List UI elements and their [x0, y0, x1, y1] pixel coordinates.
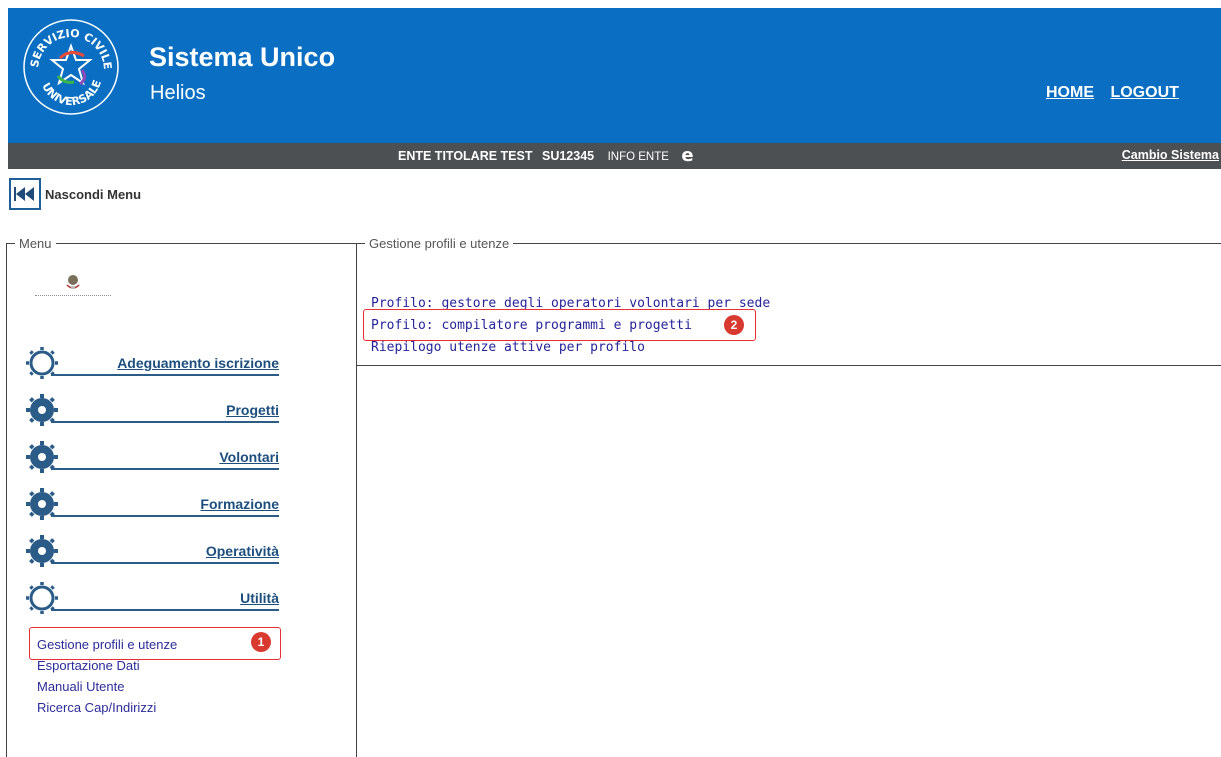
cambio-sistema-link[interactable]: Cambio Sistema — [1122, 148, 1219, 162]
annotation-box-2 — [363, 309, 756, 341]
menu-label[interactable]: Utilità — [240, 590, 279, 606]
menu-rule — [51, 374, 279, 376]
rewind-icon[interactable] — [9, 178, 41, 210]
app-header: SERVIZIO CIVILE UNIVERSALE Sistema Unico… — [8, 8, 1221, 143]
info-ente-link[interactable]: INFO ENTE — [608, 151, 669, 163]
ministry-caption — [35, 295, 111, 299]
menu-label[interactable]: Progetti — [226, 402, 279, 418]
menu-rule — [51, 468, 279, 470]
menu-item-progetti[interactable]: Progetti — [25, 393, 279, 427]
hide-menu-label: Nascondi Menu — [45, 186, 142, 202]
menu-rule — [51, 562, 279, 564]
annotation-box-1 — [29, 627, 281, 660]
home-link[interactable]: HOME — [1046, 84, 1094, 101]
ente-code: SU12345 — [541, 149, 595, 163]
menu-item-operativita[interactable]: Operatività — [25, 534, 279, 568]
info-e-icon[interactable]: e — [681, 147, 693, 165]
menu-rule — [51, 609, 279, 611]
menu-legend: Menu — [19, 236, 52, 251]
ente-info: ENTE TITOLARE TEST SU12345 INFO ENTE e — [398, 147, 700, 165]
top-nav: HOME LOGOUT — [1046, 84, 1191, 102]
menu-label[interactable]: Adeguamento iscrizione — [117, 355, 279, 371]
ente-info-bar: ENTE TITOLARE TEST SU12345 INFO ENTE e C… — [8, 143, 1221, 169]
gestione-legend: Gestione profili e utenze — [369, 236, 510, 251]
ministry-logo — [21, 273, 151, 313]
servizio-civile-logo-icon[interactable]: SERVIZIO CIVILE UNIVERSALE — [22, 18, 120, 116]
app-title: Sistema Unico — [149, 42, 336, 72]
ente-name: ENTE TITOLARE TEST — [398, 149, 533, 163]
menu-rule — [51, 421, 279, 423]
menu-item-volontari[interactable]: Volontari — [25, 440, 279, 474]
emblem-icon — [66, 275, 80, 289]
annotation-badge-2: 2 — [724, 315, 744, 335]
app-subtitle: Helios — [150, 82, 206, 104]
menu-panel: Menu Adeguamento iscrizione Progetti Vol… — [6, 236, 357, 757]
sub-link-ricerca-cap[interactable]: Ricerca Cap/Indirizzi — [37, 697, 177, 718]
hide-menu-button[interactable]: Nascondi Menu — [9, 176, 141, 212]
gestione-profili-panel: Gestione profili e utenze Profilo: gesto… — [356, 236, 1221, 366]
menu-label[interactable]: Volontari — [219, 449, 279, 465]
menu-item-utilita[interactable]: Utilità — [25, 581, 279, 615]
menu-item-adeguamento[interactable]: Adeguamento iscrizione — [25, 346, 279, 380]
menu-item-formazione[interactable]: Formazione — [25, 487, 279, 521]
menu-label[interactable]: Operatività — [206, 543, 279, 559]
sub-link-manuali-utente[interactable]: Manuali Utente — [37, 676, 177, 697]
annotation-badge-1: 1 — [251, 632, 271, 652]
logout-link[interactable]: LOGOUT — [1110, 84, 1178, 101]
menu-label[interactable]: Formazione — [200, 496, 279, 512]
menu-rule — [51, 515, 279, 517]
